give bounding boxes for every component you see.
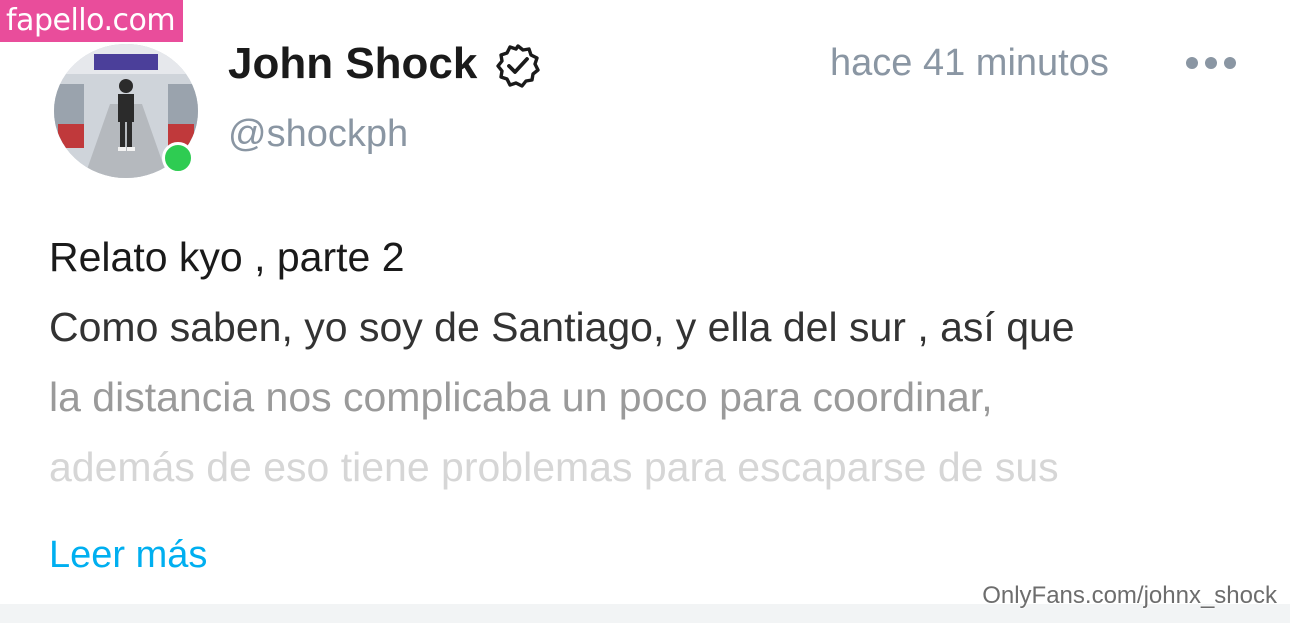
more-dot [1205, 57, 1217, 69]
avatar[interactable] [54, 44, 198, 178]
post-text-line: Como saben, yo soy de Santiago, y ella d… [49, 304, 1075, 350]
post-timestamp[interactable]: hace 41 minutos [830, 38, 1109, 88]
more-dot [1186, 57, 1198, 69]
post-text-line: la distancia nos complicaba un poco para… [49, 374, 993, 420]
fapello-watermark: fapello.com [0, 0, 184, 42]
more-options-icon[interactable] [1186, 56, 1240, 76]
verified-badge-icon [496, 44, 540, 88]
post-text-line: además de eso tiene problemas para escap… [49, 444, 1059, 490]
online-status-indicator [162, 142, 194, 174]
post-body: Relato kyo , parte 2 Como saben, yo soy … [49, 222, 1269, 502]
post-text-line: Relato kyo , parte 2 [49, 234, 405, 280]
read-more-link[interactable]: Leer más [49, 530, 207, 580]
author-handle[interactable]: @shockph [228, 110, 408, 158]
more-dot [1224, 57, 1236, 69]
onlyfans-watermark: OnlyFans.com/johnx_shock [982, 582, 1277, 609]
author-display-name[interactable]: John Shock [228, 38, 477, 90]
